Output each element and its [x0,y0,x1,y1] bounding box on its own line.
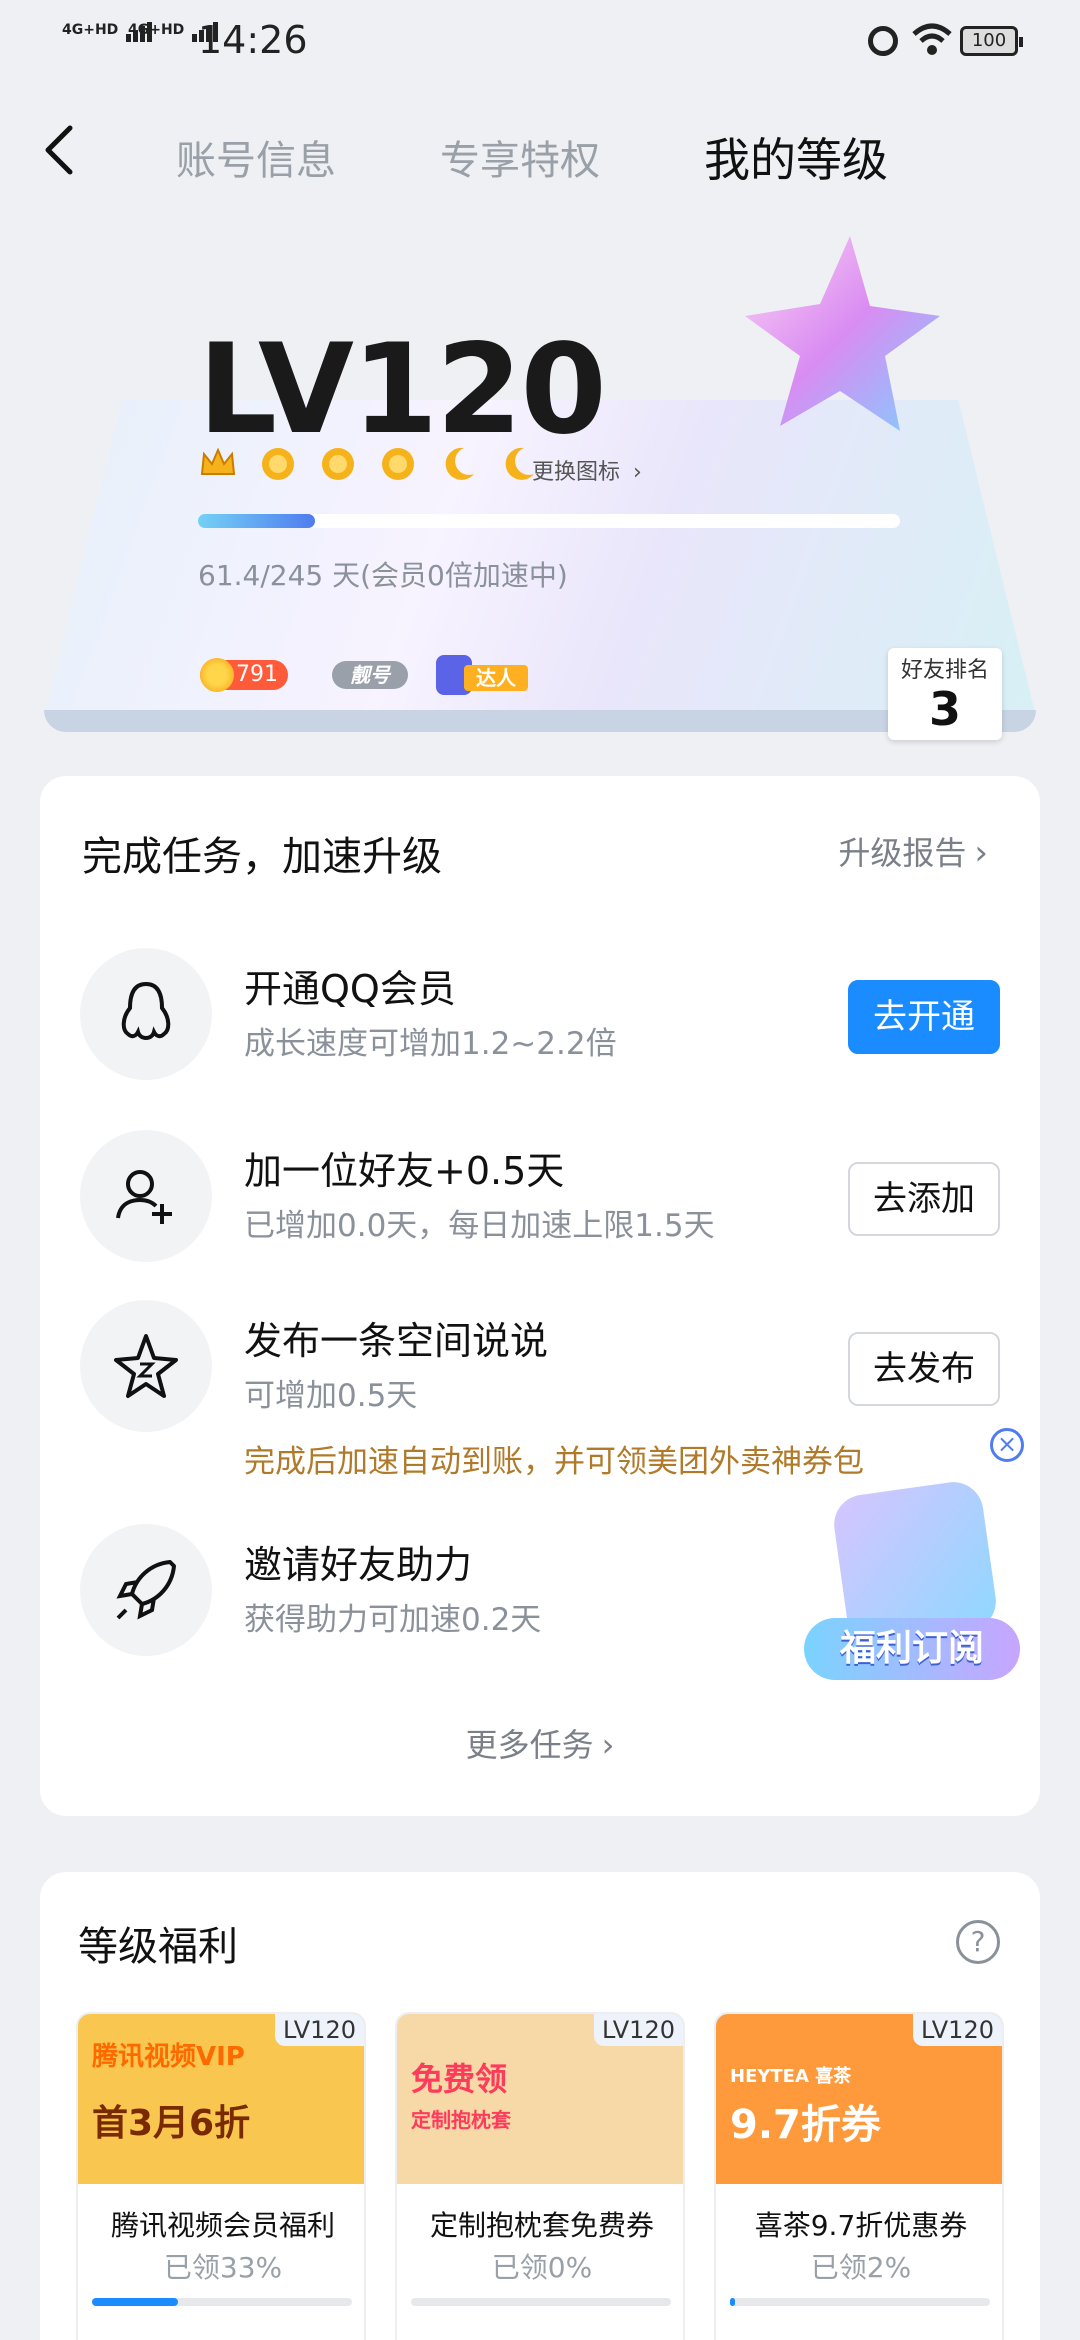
level-tag: LV120 [594,2014,683,2046]
moon-icon [438,444,478,484]
benefit-name: 喜茶9.7折优惠券 [754,2209,968,2242]
task-name: 加一位好友+0.5天 [244,1149,565,1193]
sun-icon [318,444,358,484]
back-arrow-icon[interactable] [36,120,86,180]
tab-account-info[interactable]: 账号信息 [176,128,336,186]
task-desc: 获得助力可加速0.2天 [244,1602,542,1638]
sun-icon [378,444,418,484]
coin-badge[interactable]: 791 [200,658,288,692]
banner-line1: HEYTEA 喜茶 [730,2066,852,2087]
benefit-card[interactable]: 腾讯视频VIP 首3月6折 LV120 腾讯视频会员福利 已领33% [76,2012,366,2340]
sun-icon [258,444,298,484]
level-progress-fill [198,514,316,528]
star-decoration-icon [745,236,940,431]
wifi-icon [912,23,952,55]
task-item: 开通QQ会员 成长速度可增加1.2~2.2倍 去开通 [40,948,1040,1088]
benefit-claimed: 已领0% [491,2251,593,2284]
chevron-right-icon: › [974,833,988,873]
alarm-icon [868,26,898,56]
more-tasks-label: 更多任务 [465,1726,594,1764]
task-panel-title: 完成任务，加速升级 [82,834,442,880]
change-icon-label: 更换图标 [532,460,621,485]
benefit-name: 定制抱枕套免费券 [429,2209,654,2242]
claim-progress-bar [730,2298,990,2306]
level-progress-text: 61.4/245 天(会员0倍加速中) [198,559,568,592]
banner-line1: 腾讯视频VIP [92,2042,245,2072]
benefits-title: 等级福利 [78,1924,238,1970]
rank-label: 好友排名 [900,658,989,683]
banner-line2: 9.7折券 [730,2102,881,2148]
task-name: 发布一条空间说说 [244,1319,549,1363]
level-badges [198,444,553,488]
task-item: 加一位好友+0.5天 已增加0.0天，每日加速上限1.5天 去添加 [40,1130,1040,1270]
close-icon[interactable]: × [990,1428,1024,1462]
penguin-icon [80,948,212,1080]
rank-value: 3 [928,682,961,736]
task-item: 发布一条空间说说 可增加0.5天 去发布 [40,1300,1040,1440]
banner-line2: 定制抱枕套 [411,2108,511,2132]
claim-progress-fill [92,2298,178,2306]
banner-line2: 首3月6折 [92,2103,251,2144]
network-type-2: 4G+HD [128,22,185,38]
level-label: LV120 [198,318,607,462]
daren-badge[interactable]: 达人 [428,655,528,695]
more-tasks-link[interactable]: 更多任务 › [40,1720,1040,1766]
claim-progress-bar [411,2298,671,2306]
task-desc: 可增加0.5天 [244,1378,418,1414]
promo-label: 福利订阅 [804,1618,1020,1680]
task-name: 邀请好友助力 [244,1543,473,1587]
add-friend-button[interactable]: 去添加 [848,1162,1000,1236]
upgrade-report-link[interactable]: 升级报告 › [838,828,988,874]
claim-progress-bar [92,2298,352,2306]
network-type-1: 4G+HD [62,22,119,38]
task-tip: 完成后加速自动到账，并可领美团外卖神券包 [244,1444,864,1480]
chevron-right-icon: › [633,460,642,485]
task-desc: 已增加0.0天，每日加速上限1.5天 [244,1208,715,1244]
chevron-right-icon: › [601,1726,615,1764]
help-icon[interactable]: ? [956,1920,1000,1964]
benefit-card[interactable]: HEYTEA 喜茶 9.7折券 LV120 喜茶9.7折优惠券 已领2% [714,2012,1004,2340]
task-name: 开通QQ会员 [244,967,456,1011]
task-desc: 成长速度可增加1.2~2.2倍 [244,1026,617,1062]
change-icon-link[interactable]: 更换图标 › [532,454,642,486]
battery-indicator: 100 [960,26,1023,56]
status-bar: 4G+HD 4G+HD 14:26 100 [0,0,1080,80]
welfare-subscribe-float[interactable]: × 福利订阅 [800,1428,1040,1698]
tab-my-level[interactable]: 我的等级 [704,124,888,190]
benefit-claimed: 已领2% [810,2251,912,2284]
claim-progress-fill [730,2298,736,2306]
daren-label: 达人 [464,665,528,691]
clock: 14:26 [198,18,308,62]
rocket-icon [80,1524,212,1656]
tab-privileges[interactable]: 专享特权 [440,128,600,186]
post-button[interactable]: 去发布 [848,1332,1000,1406]
benefit-name: 腾讯视频会员福利 [110,2209,335,2242]
open-vip-button[interactable]: 去开通 [848,980,1000,1054]
level-tag: LV120 [913,2014,1002,2046]
crown-icon [198,444,238,484]
liang-badge[interactable]: 靓号 [332,661,408,689]
benefit-card[interactable]: 免费领 定制抱枕套 LV120 定制抱枕套免费券 已领0% [395,2012,685,2340]
level-tag: LV120 [275,2014,364,2046]
friend-rank-card[interactable]: 好友排名 3 [888,648,1002,740]
level-progress-bar [198,514,900,528]
benefits-panel: 等级福利 ? 腾讯视频VIP 首3月6折 LV120 腾讯视频会员福利 已领33… [40,1872,1040,2340]
benefit-claimed: 已领33% [163,2251,283,2284]
upgrade-report-label: 升级报告 [838,834,967,872]
space-star-icon [80,1300,212,1432]
add-friend-icon [80,1130,212,1262]
banner-line1: 免费领 [411,2060,508,2098]
